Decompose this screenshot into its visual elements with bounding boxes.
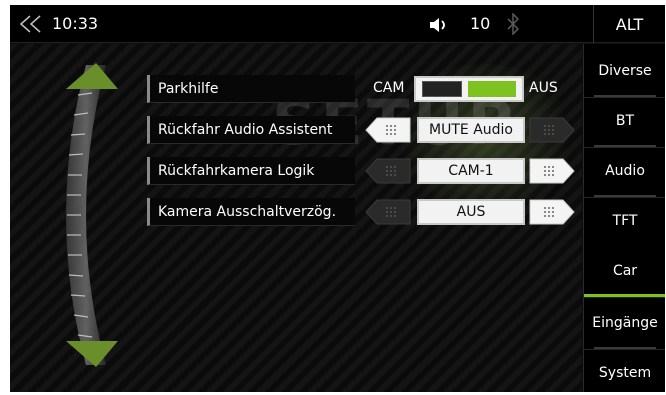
- toggle-fill: [468, 81, 516, 97]
- clock: 10:33: [52, 14, 99, 33]
- menu-item-bt[interactable]: BT: [584, 94, 665, 148]
- menu-item-tft[interactable]: TFT: [584, 194, 665, 248]
- menu-item-label: System: [598, 365, 652, 381]
- menu-item-diverse[interactable]: Diverse: [584, 44, 665, 98]
- next-arrow-icon[interactable]: [529, 117, 575, 143]
- alt-button[interactable]: ALT: [593, 5, 665, 43]
- menu-item-label: Car: [612, 262, 638, 279]
- menu-item-car[interactable]: Car: [584, 244, 665, 298]
- prev-arrow-icon[interactable]: [365, 117, 411, 143]
- menu-item-label: TFT: [612, 212, 638, 229]
- setting-row-ausschaltverzoegerung: Kamera Ausschaltverzög. AUS: [147, 198, 577, 226]
- menu-item-label: Audio: [605, 162, 645, 179]
- prev-arrow-icon[interactable]: [365, 158, 411, 184]
- menu-item-audio[interactable]: Audio: [584, 144, 665, 198]
- parkhilfe-toggle[interactable]: [414, 76, 524, 102]
- toggle-knob[interactable]: [422, 81, 462, 97]
- setting-value: CAM-1: [417, 158, 525, 184]
- setting-label: Parkhilfe: [147, 75, 355, 103]
- menu-item-label: Eingänge: [592, 314, 658, 331]
- setting-row-audio-assistent: Rückfahr Audio Assistent MUTE Audio: [147, 116, 577, 144]
- setting-value: MUTE Audio: [417, 117, 525, 143]
- menu-item-label: BT: [615, 112, 635, 129]
- prev-arrow-icon[interactable]: [365, 199, 411, 225]
- volume-level: 10: [470, 14, 491, 33]
- status-bar: 10:33 10 ALT: [10, 5, 665, 43]
- menu-item-system[interactable]: System: [584, 346, 665, 392]
- speaker-icon: [430, 18, 445, 32]
- double-chevron-left-icon[interactable]: [18, 14, 46, 34]
- setting-row-parkhilfe: Parkhilfe CAM AUS: [147, 75, 577, 103]
- menu-item-eingaenge[interactable]: Eingänge: [584, 296, 665, 350]
- setting-label: Rückfahr Audio Assistent: [147, 116, 355, 144]
- setting-label: Kamera Ausschaltverzög.: [147, 198, 355, 226]
- setting-label: Rückfahrkamera Logik: [147, 157, 355, 185]
- toggle-right-label: AUS: [529, 80, 558, 96]
- menu-item-label: Diverse: [598, 62, 652, 79]
- toggle-left-label: CAM: [373, 80, 405, 96]
- settings-menu: Diverse BT Audio TFT Car Eingänge System: [583, 44, 665, 392]
- screen: 10:33 10 ALT SETUP: [10, 5, 665, 392]
- setting-value: AUS: [417, 199, 525, 225]
- scroll-arc[interactable]: [26, 55, 146, 375]
- next-arrow-icon[interactable]: [529, 158, 575, 184]
- next-arrow-icon[interactable]: [529, 199, 575, 225]
- bluetooth-icon: [507, 13, 520, 35]
- setting-row-kamera-logik: Rückfahrkamera Logik CAM-1: [147, 157, 577, 185]
